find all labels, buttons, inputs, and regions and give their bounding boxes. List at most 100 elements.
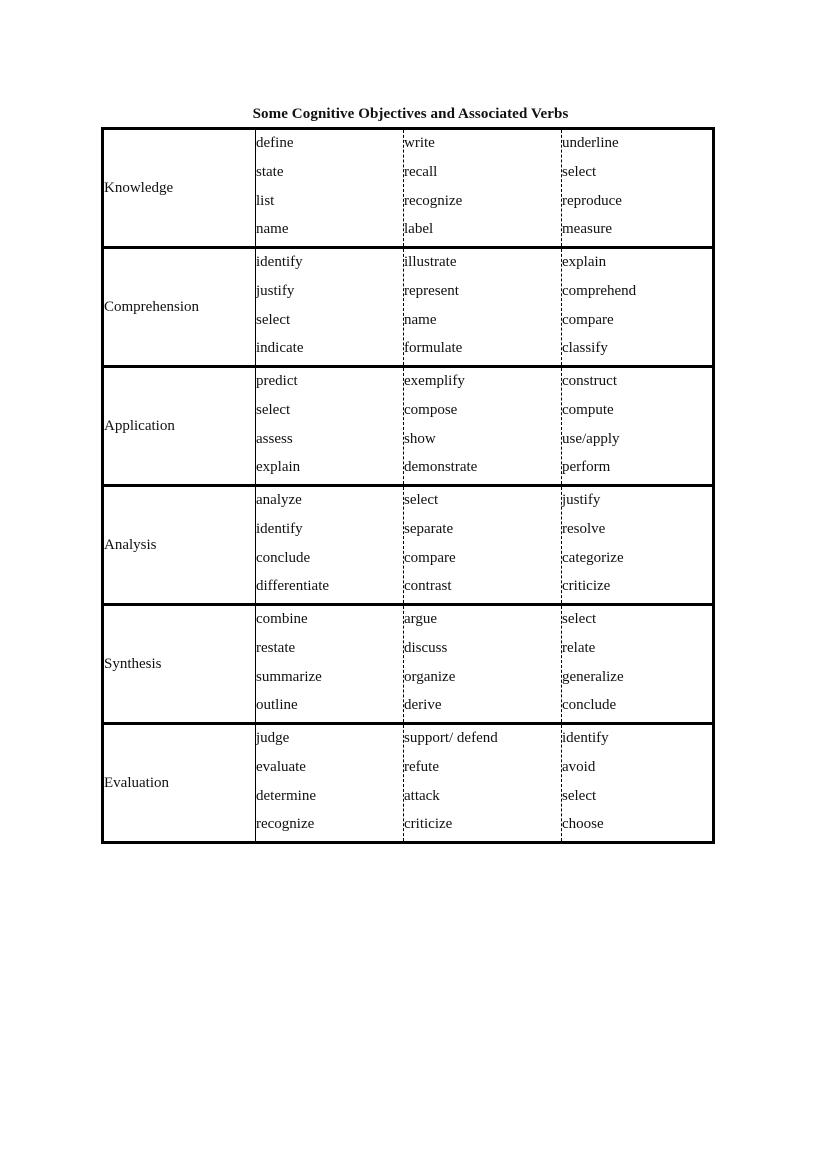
verb-item: assess bbox=[256, 430, 293, 447]
verb-list: construct compute use/apply perform bbox=[562, 369, 712, 484]
verb-list: predict select assess explain bbox=[256, 369, 403, 484]
verb-list: exemplify compose show demonstrate bbox=[404, 369, 561, 484]
verb-item: choose bbox=[562, 816, 604, 833]
verb-list: define state list name bbox=[256, 131, 403, 246]
verb-item: show bbox=[404, 430, 436, 447]
verb-item: analyze bbox=[256, 492, 302, 508]
verb-column: select separate compare contrast bbox=[403, 485, 562, 606]
category-label: Synthesis bbox=[102, 604, 256, 725]
verb-item: outline bbox=[256, 697, 298, 714]
verb-list: support/ defend refute attack criticize bbox=[404, 726, 561, 841]
category-row: Evaluation judge evaluate determine recogniz… bbox=[102, 723, 714, 844]
verb-item: conclude bbox=[562, 697, 617, 714]
category-row: Comprehension identify justify select indica… bbox=[102, 247, 714, 368]
verb-item: recognize bbox=[256, 816, 315, 833]
verb-item: select bbox=[404, 492, 439, 508]
verb-list: analyze identify conclude differentiate bbox=[256, 488, 403, 603]
verb-item: compute bbox=[562, 401, 614, 418]
verb-list: select separate compare contrast bbox=[404, 488, 561, 603]
verb-item: label bbox=[404, 221, 434, 238]
verb-list: underline select reproduce measure bbox=[562, 131, 712, 246]
verb-column: exemplify compose show demonstrate bbox=[403, 366, 562, 487]
verb-column: select relate generalize conclude bbox=[561, 604, 714, 725]
category-row: Knowledge define state list name write recall r… bbox=[102, 128, 714, 249]
verb-item: categorize bbox=[562, 549, 624, 566]
verb-item: select bbox=[562, 787, 597, 804]
verb-item: evaluate bbox=[256, 758, 306, 775]
verb-item: recognize bbox=[404, 192, 463, 209]
verb-item: indicate bbox=[256, 340, 304, 357]
verb-item: list bbox=[256, 192, 275, 209]
verb-item: identify bbox=[256, 520, 303, 537]
verb-item: criticize bbox=[404, 816, 453, 833]
verb-column: define state list name bbox=[255, 128, 404, 249]
category-label: Knowledge bbox=[102, 128, 256, 249]
verb-item: measure bbox=[562, 221, 612, 238]
verb-item: differentiate bbox=[256, 578, 330, 595]
verb-item: select bbox=[562, 163, 597, 180]
verbs-table-body: Knowledge define state list name write recall r… bbox=[102, 128, 714, 844]
verb-column: identify avoid select choose bbox=[561, 723, 714, 844]
verb-item: refute bbox=[404, 758, 439, 775]
verb-list: justify resolve categorize criticize bbox=[562, 488, 712, 603]
verb-item: justify bbox=[562, 492, 601, 508]
verb-column: explain comprehend compare classify bbox=[561, 247, 714, 368]
verb-item: judge bbox=[256, 730, 290, 746]
verb-list: illustrate represent name formulate bbox=[404, 250, 561, 365]
verb-item: restate bbox=[256, 639, 296, 656]
verb-item: organize bbox=[404, 668, 456, 685]
verb-item: compare bbox=[404, 549, 456, 566]
verb-item: select bbox=[256, 311, 291, 328]
verbs-table: Knowledge define state list name write recall r… bbox=[101, 127, 715, 844]
verb-item: classify bbox=[562, 340, 608, 357]
verb-item: explain bbox=[562, 254, 607, 270]
verb-item: avoid bbox=[562, 758, 596, 775]
category-label: Application bbox=[102, 366, 256, 487]
category-row: Analysis analyze identify conclude different… bbox=[102, 485, 714, 606]
verb-item: compare bbox=[562, 311, 614, 328]
verb-list: identify justify select indicate bbox=[256, 250, 403, 365]
verb-column: underline select reproduce measure bbox=[561, 128, 714, 249]
verb-item: summarize bbox=[256, 668, 322, 685]
verb-item: write bbox=[404, 135, 435, 151]
verb-item: discuss bbox=[404, 639, 448, 656]
verb-item: reproduce bbox=[562, 192, 622, 209]
verb-item: state bbox=[256, 163, 284, 180]
verb-item: criticize bbox=[562, 578, 611, 595]
verb-list: combine restate summarize outline bbox=[256, 607, 403, 722]
verb-list: identify avoid select choose bbox=[562, 726, 712, 841]
verb-item: represent bbox=[404, 282, 459, 299]
verb-column: write recall recognize label bbox=[403, 128, 562, 249]
verb-list: argue discuss organize derive bbox=[404, 607, 561, 722]
category-label: Analysis bbox=[102, 485, 256, 606]
verb-item: select bbox=[562, 611, 597, 627]
verb-item: use/apply bbox=[562, 430, 620, 447]
verb-item: conclude bbox=[256, 549, 311, 566]
verb-item: identify bbox=[256, 254, 303, 270]
verb-item: comprehend bbox=[562, 282, 637, 299]
verb-column: analyze identify conclude differentiate bbox=[255, 485, 404, 606]
verb-item: compose bbox=[404, 401, 458, 418]
verb-item: formulate bbox=[404, 340, 463, 357]
verb-item: name bbox=[256, 221, 289, 238]
verb-item: resolve bbox=[562, 520, 606, 537]
verb-item: explain bbox=[256, 459, 301, 476]
category-row: Application predict select assess explain exe… bbox=[102, 366, 714, 487]
verb-column: justify resolve categorize criticize bbox=[561, 485, 714, 606]
verb-item: attack bbox=[404, 787, 440, 804]
verb-item: contrast bbox=[404, 578, 452, 595]
verb-item: support/ defend bbox=[404, 730, 498, 746]
category-row: Synthesis combine restate summarize outline a… bbox=[102, 604, 714, 725]
verb-item: separate bbox=[404, 520, 454, 537]
verb-column: construct compute use/apply perform bbox=[561, 366, 714, 487]
verb-item: derive bbox=[404, 697, 442, 714]
verb-item: argue bbox=[404, 611, 438, 627]
page-title: Some Cognitive Objectives and Associated… bbox=[252, 106, 569, 123]
verb-item: perform bbox=[562, 459, 611, 476]
verb-item: generalize bbox=[562, 668, 624, 685]
verb-item: justify bbox=[256, 282, 295, 299]
verb-item: construct bbox=[562, 373, 617, 389]
verb-item: exemplify bbox=[404, 373, 465, 389]
verb-list: explain comprehend compare classify bbox=[562, 250, 712, 365]
verb-item: select bbox=[256, 401, 291, 418]
